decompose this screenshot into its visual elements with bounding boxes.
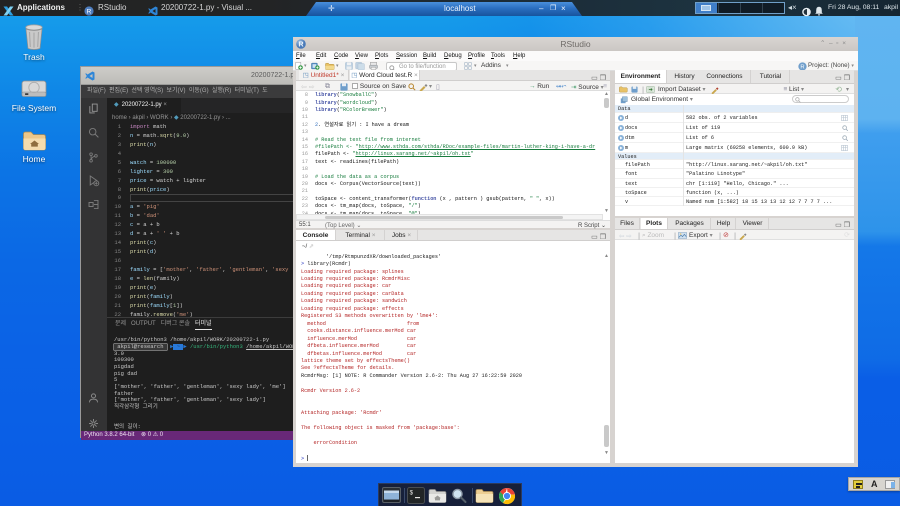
- svg-text:R: R: [298, 42, 303, 49]
- svg-text:$: $: [410, 490, 414, 497]
- svg-text:R: R: [87, 8, 92, 15]
